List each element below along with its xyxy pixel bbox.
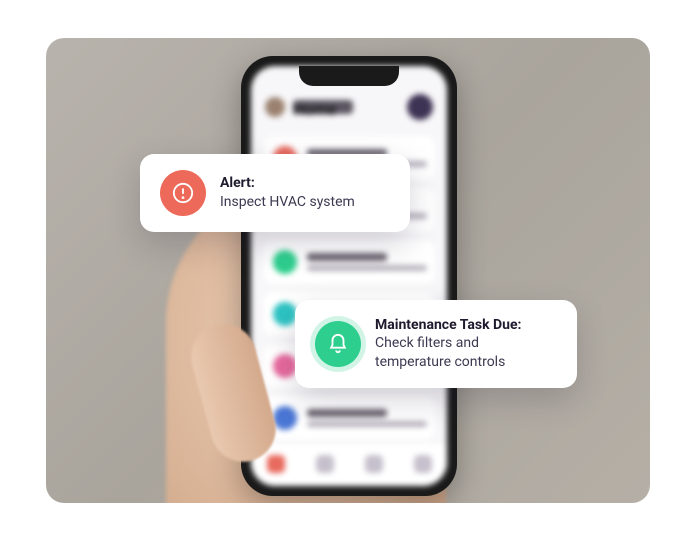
notification-text: Alert: Inspect HVAC system xyxy=(220,174,355,212)
tab-icon[interactable] xyxy=(316,455,334,473)
list-item[interactable] xyxy=(263,240,435,284)
tab-home-icon[interactable] xyxy=(267,455,285,473)
alert-icon xyxy=(160,170,206,216)
notification-alert[interactable]: Alert: Inspect HVAC system xyxy=(140,154,410,232)
tab-icon[interactable] xyxy=(365,455,383,473)
notification-title: Maintenance Task Due: xyxy=(375,317,522,333)
tab-bar xyxy=(251,442,447,486)
notification-body: Check filters and temperature controls xyxy=(375,335,505,370)
notification-title: Alert: xyxy=(220,175,255,191)
tab-icon[interactable] xyxy=(414,455,432,473)
avatar[interactable] xyxy=(407,94,433,120)
bell-icon xyxy=(315,321,361,367)
phone-notch xyxy=(299,66,399,86)
notification-maintenance[interactable]: Maintenance Task Due: Check filters and … xyxy=(295,300,577,389)
notification-text: Maintenance Task Due: Check filters and … xyxy=(375,316,557,373)
app-icon xyxy=(265,97,285,117)
promo-stage: Home Alert: Inspe xyxy=(46,38,650,503)
phone-screen: Home xyxy=(251,66,447,486)
notification-body: Inspect HVAC system xyxy=(220,194,355,210)
app-title: Home xyxy=(293,100,353,114)
list-item[interactable] xyxy=(263,396,435,440)
